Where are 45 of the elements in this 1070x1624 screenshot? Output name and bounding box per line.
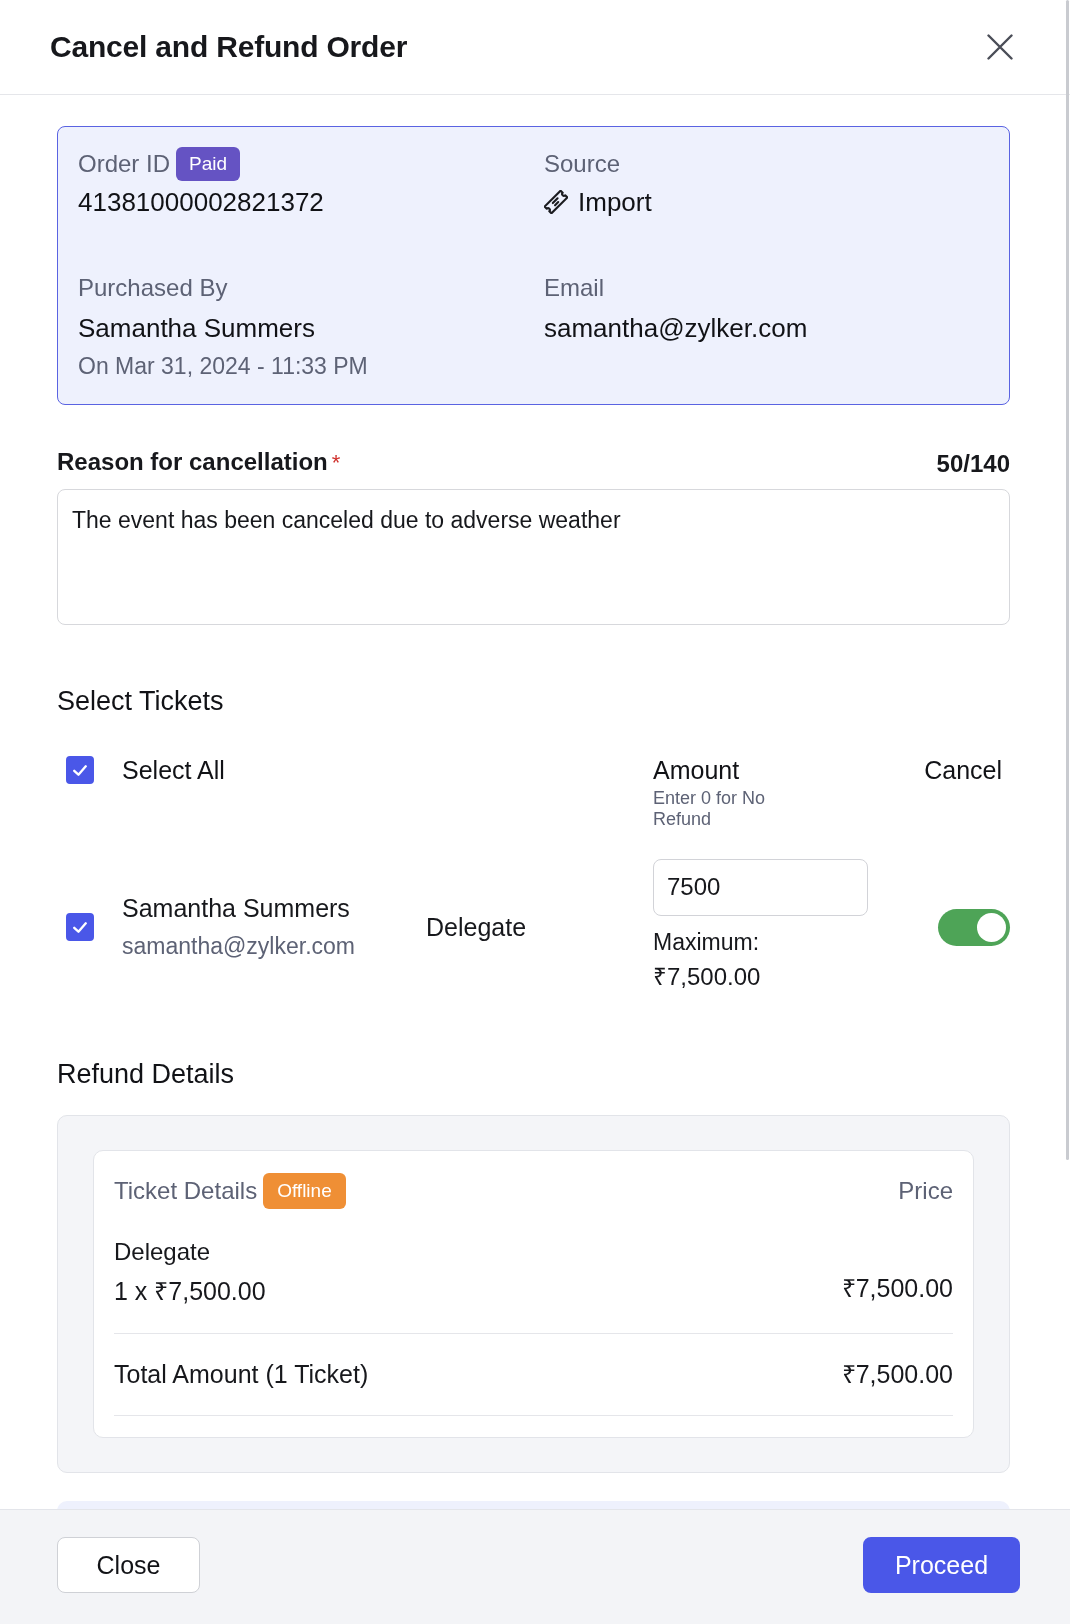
purchaser-name: Samantha Summers: [78, 312, 315, 345]
maximum-value: ₹7,500.00: [653, 962, 761, 992]
character-counter: 50/140: [936, 448, 1010, 479]
column-header: Cancel: [924, 755, 1002, 786]
amount-hint: Enter 0 for No Refund: [653, 788, 767, 830]
section-title: Select Tickets: [57, 685, 224, 718]
total-label: Total Amount (1 Ticket): [114, 1359, 369, 1390]
check-icon: [73, 764, 87, 776]
email-value: samantha@zylker.com: [544, 312, 808, 345]
close-icon[interactable]: [987, 34, 1013, 60]
cancel-toggle[interactable]: [938, 908, 1010, 946]
reason-field[interactable]: The event has been canceled due to adverse weather: [57, 489, 1010, 625]
select-all-checkbox[interactable]: [66, 756, 94, 784]
source-label: Source: [544, 150, 621, 178]
source-value: Import: [578, 186, 652, 219]
amount-input[interactable]: 7500: [653, 859, 868, 916]
item-name: Delegate: [114, 1237, 211, 1267]
section-title: Refund Details: [57, 1058, 235, 1091]
ticket-icon: [544, 190, 568, 214]
ticket-type: Delegate: [426, 912, 527, 941]
column-header: Amount: [653, 755, 740, 786]
attendee-name: Samantha Summers: [122, 893, 350, 924]
purchaser-label: Purchased By: [78, 274, 228, 302]
check-icon: [73, 921, 87, 933]
email-label: Email: [544, 274, 604, 302]
select-all-label: Select All: [122, 755, 225, 786]
payment-badge: Offline: [263, 1173, 346, 1209]
dialog-title: Cancel and Refund Order: [50, 30, 408, 64]
purchase-date: On Mar 31, 2024 - 11:33 PM: [78, 352, 368, 381]
reason-label: Reason for cancellation: [57, 448, 328, 475]
ticket-details-label: Ticket Details: [114, 1176, 258, 1206]
order-id-label: Order ID: [78, 150, 170, 178]
close-button[interactable]: Close: [57, 1537, 200, 1593]
attendee-email: samantha@zylker.com: [122, 932, 355, 961]
item-price: ₹7,500.00: [841, 1273, 953, 1304]
ticket-checkbox[interactable]: [66, 913, 94, 941]
item-quantity-price: 1 x ₹7,500.00: [114, 1276, 266, 1307]
order-id-value: 41381000002821372: [78, 186, 324, 219]
scrollbar-thumb[interactable]: [1066, 0, 1069, 1160]
price-header: Price: [898, 1176, 953, 1206]
required-mark: *: [331, 450, 341, 475]
status-badge: Paid: [176, 147, 241, 181]
total-value: ₹7,500.00: [841, 1359, 953, 1390]
maximum-label: Maximum:: [653, 928, 760, 957]
proceed-button[interactable]: Proceed: [863, 1537, 1020, 1593]
